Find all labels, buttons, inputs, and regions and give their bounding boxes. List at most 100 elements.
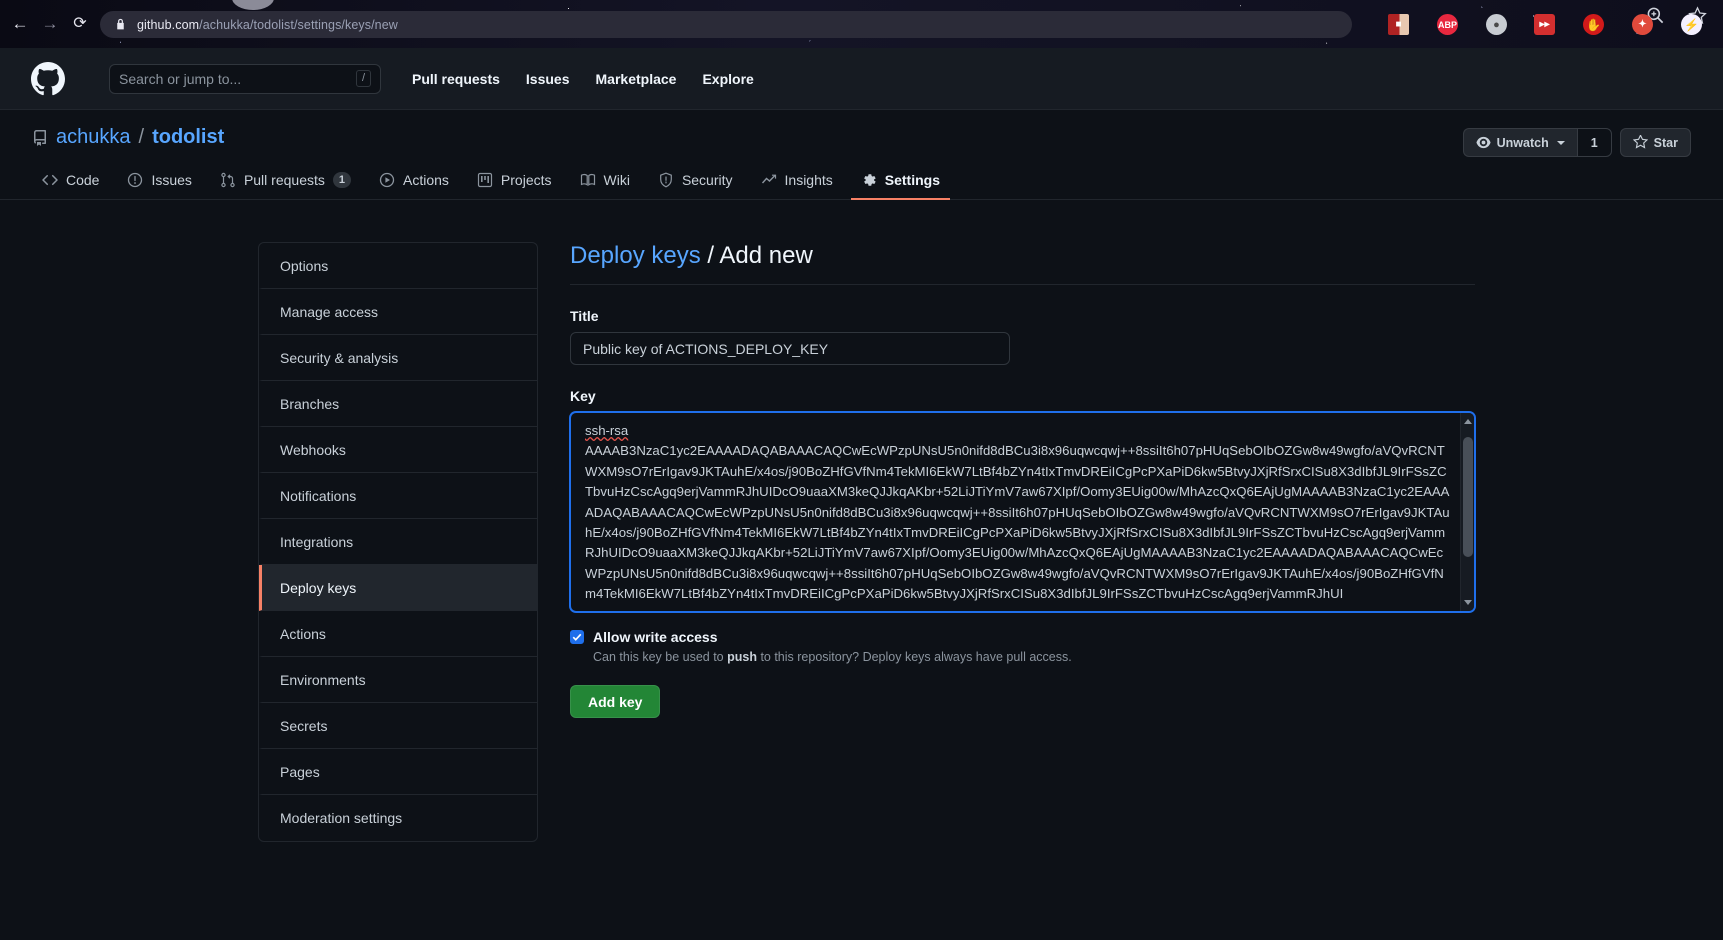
- scrollbar-thumb[interactable]: [1463, 437, 1473, 557]
- unwatch-button[interactable]: Unwatch: [1462, 128, 1577, 157]
- fast-forward-extension-icon[interactable]: ▸▸: [1534, 14, 1555, 35]
- sidebar-item-security-analysis[interactable]: Security & analysis: [259, 335, 537, 381]
- add-key-button[interactable]: Add key: [570, 685, 661, 718]
- lock-icon: [117, 18, 124, 30]
- tab-wiki-label: Wiki: [603, 172, 630, 188]
- stop-hand-extension-icon[interactable]: ✋: [1583, 14, 1604, 35]
- browser-chrome: ← → ⟳ github.com/achukka/todolist/settin…: [0, 0, 1723, 48]
- scroll-up-icon[interactable]: [1464, 419, 1472, 424]
- sidebar-item-label: Deploy keys: [280, 579, 357, 596]
- star-button[interactable]: Star: [1619, 128, 1691, 157]
- star-icon: [1632, 135, 1648, 149]
- repo-action-buttons: Unwatch 1 Star: [1462, 128, 1691, 157]
- tab-settings-label: Settings: [884, 172, 940, 188]
- title-input[interactable]: [570, 332, 1010, 365]
- sidebar-item-label: Pages: [280, 763, 320, 780]
- tab-settings[interactable]: Settings: [850, 164, 950, 200]
- key-textarea[interactable]: ssh-rsa AAAAB3NzaC1yc2EAAAADAQABAAACAQCw…: [570, 412, 1475, 612]
- sidebar-item-webhooks[interactable]: Webhooks: [259, 427, 537, 473]
- sidebar-item-actions[interactable]: Actions: [259, 611, 537, 657]
- tab-pull-requests[interactable]: Pull requests 1: [210, 164, 361, 200]
- note-before: Can this key be used to: [593, 650, 728, 664]
- lightning-extension-icon[interactable]: ⚡: [1681, 14, 1702, 35]
- allow-write-access-label[interactable]: Allow write access: [593, 629, 718, 645]
- deploy-keys-link[interactable]: Deploy keys: [570, 242, 701, 269]
- sidebar-item-integrations[interactable]: Integrations: [259, 519, 537, 565]
- nav-marketplace[interactable]: Marketplace: [596, 71, 677, 87]
- key-textarea-scrollbar[interactable]: [1460, 413, 1474, 611]
- nav-pull-requests[interactable]: Pull requests: [412, 71, 500, 87]
- sidebar-item-branches[interactable]: Branches: [259, 381, 537, 427]
- chevron-down-icon: [1556, 140, 1565, 145]
- allow-write-access-row[interactable]: Allow write access: [570, 629, 1475, 645]
- scroll-down-icon[interactable]: [1464, 600, 1472, 605]
- tab-code[interactable]: Code: [32, 164, 109, 200]
- tab-security[interactable]: Security: [648, 164, 743, 200]
- sidebar-item-manage-access[interactable]: Manage access: [259, 289, 537, 335]
- sidebar-item-moderation-settings[interactable]: Moderation settings: [259, 795, 537, 841]
- back-button[interactable]: ←: [10, 14, 30, 34]
- sidebar-item-deploy-keys[interactable]: Deploy keys: [259, 565, 537, 611]
- red-book-extension-icon[interactable]: ■: [1388, 14, 1409, 35]
- sidebar-item-options[interactable]: Options: [259, 243, 537, 289]
- watch-count[interactable]: 1: [1576, 128, 1612, 157]
- tab-wiki[interactable]: Wiki: [570, 164, 640, 200]
- sidebar-item-label: Branches: [280, 395, 340, 412]
- sidebar-item-notifications[interactable]: Notifications: [259, 473, 537, 519]
- repo-name-link[interactable]: todolist: [152, 126, 224, 149]
- tab-issues-label: Issues: [151, 172, 192, 188]
- unwatch-label: Unwatch: [1496, 135, 1549, 150]
- shield-icon: [660, 172, 672, 188]
- issue-opened-icon: [128, 172, 143, 188]
- tab-pull-requests-label: Pull requests: [243, 172, 325, 188]
- tab-insights-label: Insights: [784, 172, 833, 188]
- star-button-group: Star: [1619, 128, 1691, 157]
- reload-button[interactable]: ⟳: [70, 14, 90, 34]
- sidebar-item-label: Notifications: [280, 487, 357, 504]
- sidebar-item-label: Secrets: [280, 717, 328, 734]
- watch-button-group: Unwatch 1: [1462, 128, 1612, 157]
- main-pane: Deploy keys / Add new Title Key ssh-rsa …: [570, 242, 1475, 842]
- repository-header: achukka / todolist Unwatch 1 Star: [0, 110, 1723, 157]
- nav-issues[interactable]: Issues: [526, 71, 570, 87]
- repo-book-icon: [34, 129, 46, 146]
- project-board-icon: [477, 172, 493, 188]
- allow-write-access-note: Can this key be used to push to this rep…: [593, 650, 1475, 664]
- nav-explore[interactable]: Explore: [702, 71, 753, 87]
- sidebar-item-pages[interactable]: Pages: [259, 749, 537, 795]
- sidebar-item-secrets[interactable]: Secrets: [259, 703, 537, 749]
- sidebar-item-label: Security & analysis: [280, 349, 399, 366]
- red-dot-extension-icon[interactable]: ✦: [1632, 14, 1653, 35]
- book-icon: [580, 173, 595, 186]
- breadcrumb: achukka / todolist: [32, 126, 1691, 149]
- checkmark-icon: [572, 633, 582, 641]
- git-pull-request-icon: [221, 172, 235, 188]
- global-nav: Pull requests Issues Marketplace Explore: [412, 71, 754, 87]
- allow-write-access-checkbox[interactable]: [570, 630, 584, 644]
- url-text: github.com/achukka/todolist/settings/key…: [137, 18, 398, 32]
- gray-circle-extension-icon[interactable]: ●: [1486, 14, 1507, 35]
- key-textarea-content[interactable]: ssh-rsa AAAAB3NzaC1yc2EAAAADAQABAAACAQCw…: [571, 413, 1474, 611]
- sidebar-item-environments[interactable]: Environments: [259, 657, 537, 703]
- adblock-plus-extension-icon[interactable]: ABP: [1437, 14, 1458, 35]
- sidebar-item-label: Environments: [280, 671, 366, 688]
- repository-tabs: Code Issues Pull requests 1 Actions Proj…: [0, 163, 1723, 200]
- title-field-label: Title: [570, 308, 599, 324]
- ssh-key-body: AAAAB3NzaC1yc2EAAAADAQABAAACAQCwEcWPzpUN…: [585, 443, 1450, 602]
- sidebar-item-label: Integrations: [280, 533, 354, 550]
- page-content: Options Manage access Security & analysi…: [0, 200, 1723, 842]
- tab-projects[interactable]: Projects: [467, 164, 562, 200]
- github-mark-icon[interactable]: [31, 61, 65, 96]
- tab-projects-label: Projects: [500, 172, 552, 188]
- tab-insights[interactable]: Insights: [751, 164, 843, 200]
- address-bar[interactable]: github.com/achukka/todolist/settings/key…: [100, 11, 1352, 38]
- repo-owner-link[interactable]: achukka: [56, 126, 131, 149]
- forward-button[interactable]: →: [40, 14, 60, 34]
- tab-issues[interactable]: Issues: [117, 164, 201, 200]
- tab-code-label: Code: [66, 172, 100, 188]
- search-input[interactable]: Search or jump to... /: [109, 63, 381, 94]
- url-domain: github.com: [137, 17, 200, 32]
- ssh-rsa-prefix: ssh-rsa: [585, 423, 629, 438]
- sidebar-item-label: Manage access: [280, 303, 379, 320]
- tab-actions[interactable]: Actions: [369, 164, 459, 200]
